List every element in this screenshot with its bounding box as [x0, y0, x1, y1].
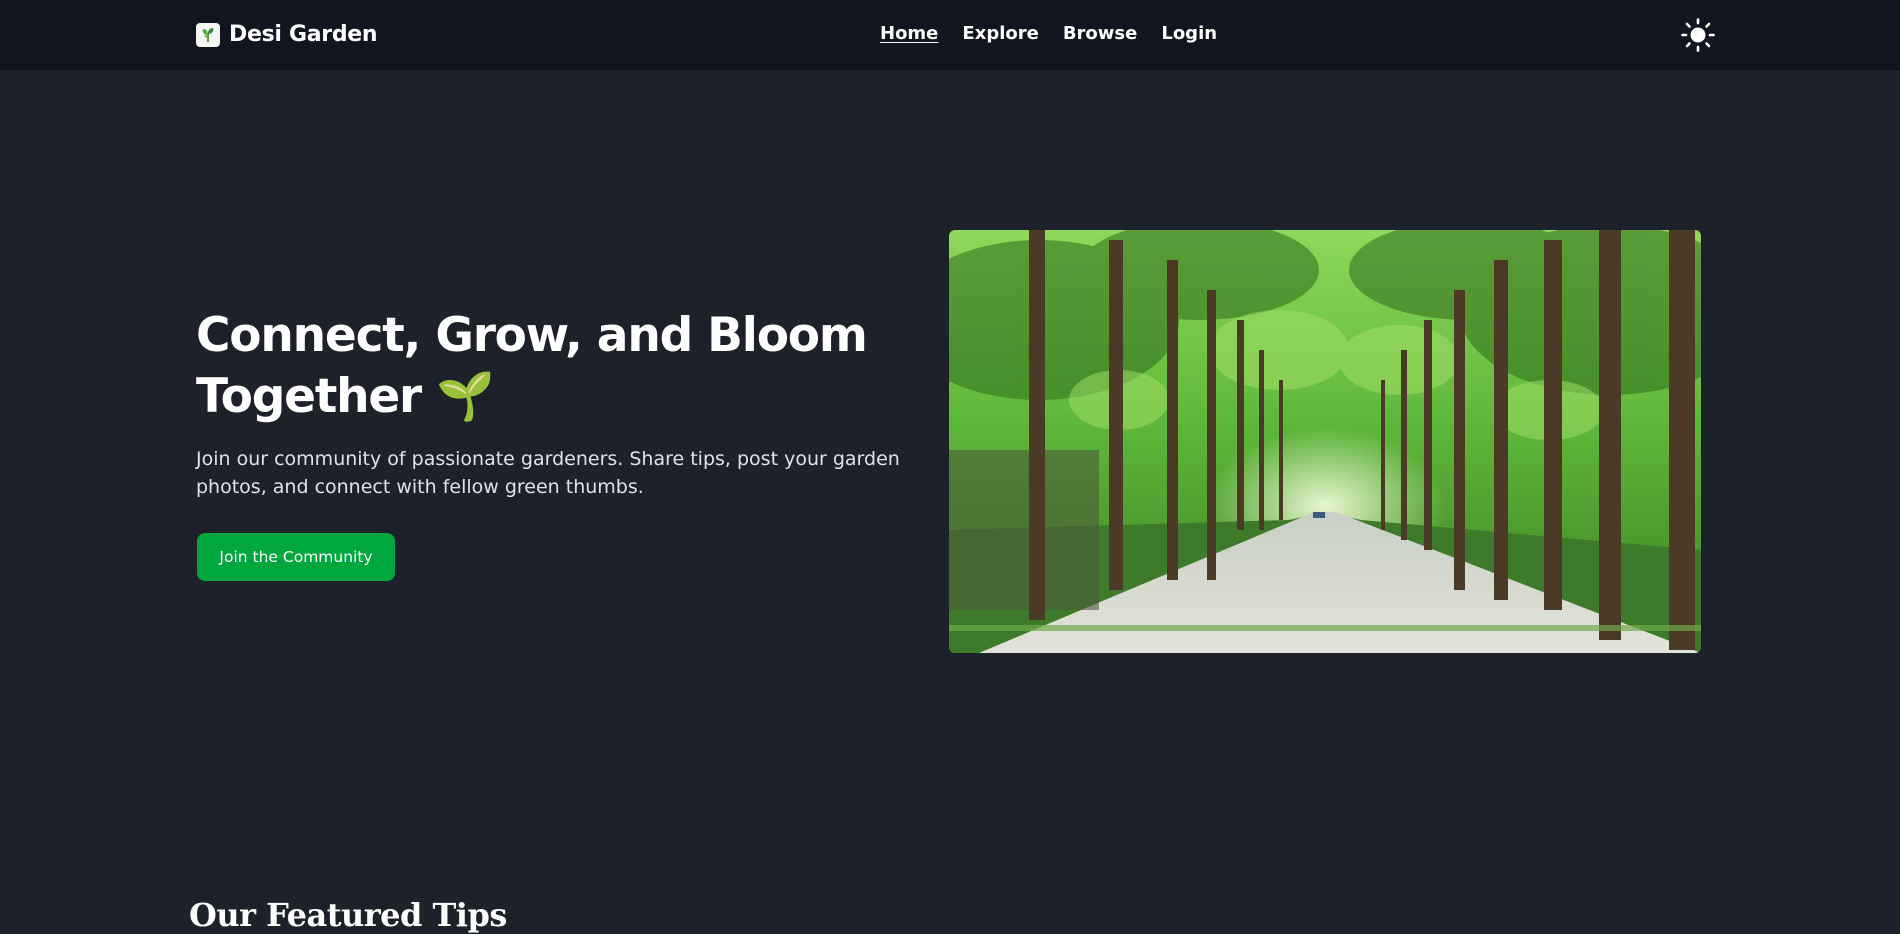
theme-toggle-button[interactable]	[1680, 17, 1716, 53]
brand[interactable]: Desi Garden	[196, 22, 378, 47]
join-community-button[interactable]: Join the Community	[197, 533, 395, 581]
seedling-icon: 🌱	[436, 369, 495, 424]
main-nav: Home Explore Browse Login	[880, 22, 1217, 46]
leaf-logo-icon	[196, 22, 220, 47]
nav-link-login[interactable]: Login	[1161, 22, 1217, 46]
brand-name: Desi Garden	[229, 22, 378, 47]
hero-description: Join our community of passionate gardene…	[196, 448, 900, 498]
navbar: Desi Garden Home Explore Browse Login	[0, 0, 1900, 70]
hero-title: Connect, Grow, and Bloom Together 🌱	[196, 305, 916, 427]
hero-image	[949, 230, 1701, 653]
sun-icon	[1681, 18, 1715, 52]
nav-link-browse[interactable]: Browse	[1063, 22, 1138, 46]
nav-link-explore[interactable]: Explore	[962, 22, 1038, 46]
hero-title-text: Connect, Grow, and Bloom Together	[196, 308, 868, 424]
nav-link-home[interactable]: Home	[880, 22, 938, 46]
featured-tips-title: Our Featured Tips	[189, 896, 507, 934]
